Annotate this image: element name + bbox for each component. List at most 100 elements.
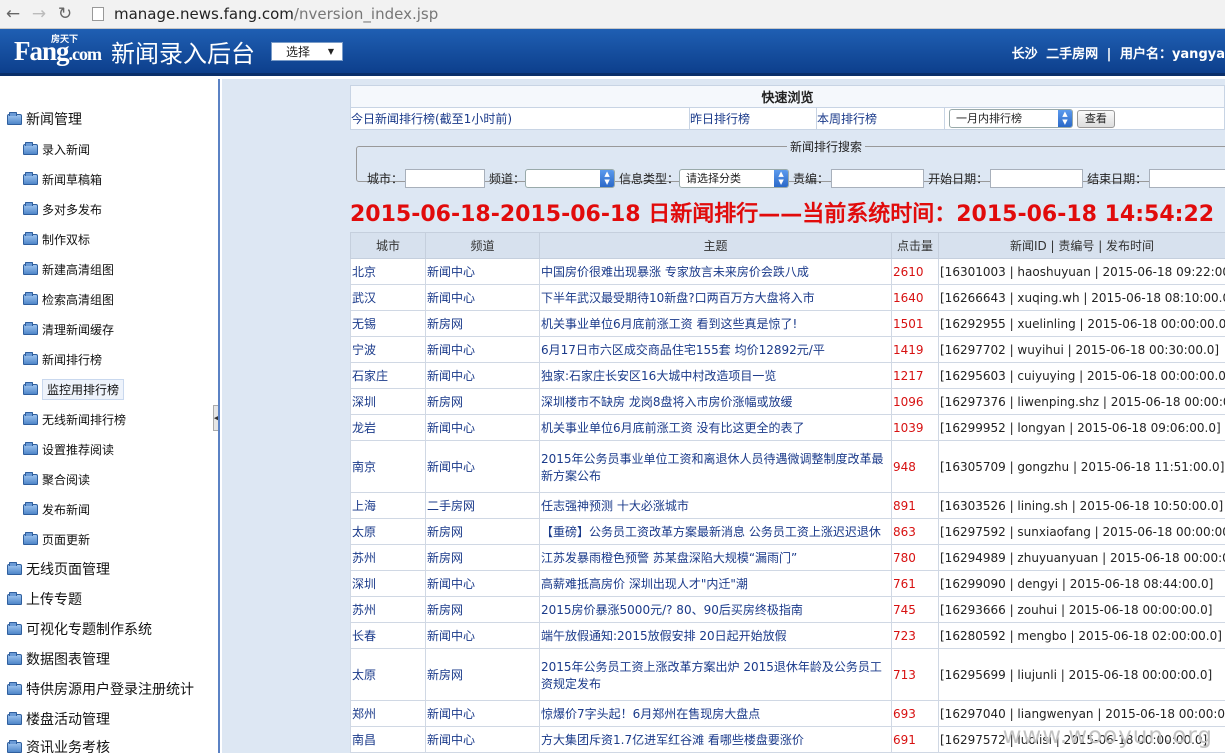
row-city[interactable]: 苏州 bbox=[350, 544, 426, 571]
row-channel[interactable]: 新闻中心 bbox=[425, 362, 540, 389]
sidebar-item-new-gallery[interactable]: 新建高清组图 bbox=[23, 261, 114, 278]
sidebar-item-search-gallery[interactable]: 检索高清组图 bbox=[23, 291, 114, 308]
row-subject-link[interactable]: 2015年公务员工资上涨改革方案出炉 2015退休年龄及公务员工资规定发布 bbox=[539, 648, 892, 701]
editor-input[interactable] bbox=[831, 169, 925, 188]
sidebar-item-multi-publish[interactable]: 多对多发布 bbox=[23, 201, 102, 218]
sidebar-group-assessment[interactable]: 资讯业务考核 bbox=[7, 737, 110, 753]
row-subject-link[interactable]: 高薪难抵高房价 深圳出现人才"内迁"潮 bbox=[539, 570, 892, 597]
start-date-input[interactable] bbox=[990, 169, 1084, 188]
row-channel[interactable]: 二手房网 bbox=[425, 492, 540, 519]
forward-icon[interactable]: → bbox=[26, 2, 52, 26]
row-channel[interactable]: 新闻中心 bbox=[425, 440, 540, 493]
row-city[interactable]: 苏州 bbox=[350, 596, 426, 623]
sidebar-item-page-update[interactable]: 页面更新 bbox=[23, 531, 90, 548]
row-subject-link[interactable]: 惊爆价7字头起！6月郑州在售现房大盘点 bbox=[539, 700, 892, 727]
row-channel[interactable]: 新闻中心 bbox=[425, 700, 540, 727]
back-icon[interactable]: ← bbox=[0, 2, 26, 26]
row-subject-link[interactable]: 机关事业单位6月底前涨工资 看到这些真是惊了! bbox=[539, 310, 892, 337]
row-city[interactable]: 郑州 bbox=[350, 700, 426, 727]
channel-select[interactable]: ▲ ▼ bbox=[525, 169, 616, 188]
row-subject-link[interactable]: 中国房价很难出现暴涨 专家放言未来房价会跌八成 bbox=[539, 258, 892, 285]
fang-logo[interactable]: Fang.com 房天下 bbox=[14, 35, 102, 67]
sidebar-group-upload-topic[interactable]: 上传专题 bbox=[7, 589, 82, 609]
city-input[interactable] bbox=[405, 169, 486, 188]
row-channel[interactable]: 新房网 bbox=[425, 388, 540, 415]
city-link[interactable]: 长沙 bbox=[1012, 47, 1038, 62]
row-clicks: 713 bbox=[891, 648, 939, 701]
sidebar-item-monitor-ranking[interactable]: 监控用排行榜 bbox=[23, 379, 125, 400]
row-subject-link[interactable]: 2015房价暴涨5000元/? 80、90后买房终极指南 bbox=[539, 596, 892, 623]
row-subject-link[interactable]: 6月17日市六区成交商品住宅155套 均价12892元/平 bbox=[539, 336, 892, 363]
row-city[interactable]: 无锡 bbox=[350, 310, 426, 337]
sidebar-group-news[interactable]: 新闻管理 bbox=[7, 109, 82, 129]
row-subject-link[interactable]: 机关事业单位6月底前涨工资 没有比这更全的表了 bbox=[539, 414, 892, 441]
sidebar-item-clear-cache[interactable]: 清理新闻缓存 bbox=[23, 321, 114, 338]
sidebar-item-publish[interactable]: 发布新闻 bbox=[23, 501, 90, 518]
sidebar-item-recommend[interactable]: 设置推荐阅读 bbox=[23, 441, 114, 458]
row-city[interactable]: 龙岩 bbox=[350, 414, 426, 441]
today-ranking-link[interactable]: 今日新闻排行榜(截至1小时前) bbox=[350, 107, 690, 130]
row-subject-link[interactable]: 独家:石家庄长安区16大城中村改造项目一览 bbox=[539, 362, 892, 389]
info-type-select[interactable]: 请选择分类 ▲ ▼ bbox=[679, 169, 790, 188]
row-subject-link[interactable]: 下半年武汉最受期待10新盘?口两百万方大盘将入市 bbox=[539, 284, 892, 311]
week-ranking-link[interactable]: 本周排行榜 bbox=[816, 107, 945, 130]
collapse-sidebar-icon[interactable]: ◀ bbox=[213, 405, 218, 431]
reload-icon[interactable]: ↻ bbox=[52, 2, 78, 26]
row-subject-link[interactable]: 方大集团斥资1.7亿进军红谷滩 看哪些楼盘要涨价 bbox=[539, 726, 892, 753]
sidebar-group-visual-topic[interactable]: 可视化专题制作系统 bbox=[7, 619, 152, 639]
row-channel[interactable]: 新房网 bbox=[425, 518, 540, 545]
url-field[interactable]: manage.news.fang.com/nversion_index.jsp bbox=[114, 5, 438, 23]
row-city[interactable]: 石家庄 bbox=[350, 362, 426, 389]
row-city[interactable]: 太原 bbox=[350, 648, 426, 701]
search-legend: 新闻排行搜索 bbox=[790, 140, 863, 154]
sidebar-item-double-title[interactable]: 制作双标 bbox=[23, 231, 90, 248]
sidebar-group-wireless[interactable]: 无线页面管理 bbox=[7, 559, 110, 579]
row-city[interactable]: 上海 bbox=[350, 492, 426, 519]
sidebar-group-stats[interactable]: 特供房源用户登录注册统计 bbox=[7, 679, 194, 699]
row-channel[interactable]: 新闻中心 bbox=[425, 414, 540, 441]
row-subject-link[interactable]: 江苏发暴雨橙色预警 苏某盘深陷大规模“漏雨门” bbox=[539, 544, 892, 571]
table-row: 南京 新闻中心 2015年公务员事业单位工资和离退休人员待遇微调整制度改革最新方案公… bbox=[350, 440, 1225, 493]
month-ranking-select[interactable]: 一月内排行榜 ▲ ▼ bbox=[949, 109, 1073, 128]
row-city[interactable]: 武汉 bbox=[350, 284, 426, 311]
row-channel[interactable]: 新房网 bbox=[425, 310, 540, 337]
row-city[interactable]: 北京 bbox=[350, 258, 426, 285]
row-channel[interactable]: 新房网 bbox=[425, 596, 540, 623]
row-subject-link[interactable]: 深圳楼市不缺房 龙岗8盘将入市房价涨幅或放缓 bbox=[539, 388, 892, 415]
row-city[interactable]: 深圳 bbox=[350, 570, 426, 597]
row-meta: [16301003 | haoshuyuan | 2015-06-18 09:2… bbox=[938, 258, 1225, 285]
row-city[interactable]: 深圳 bbox=[350, 388, 426, 415]
sidebar-item-add-news[interactable]: 录入新闻 bbox=[23, 141, 90, 158]
sidebar-group-events[interactable]: 楼盘活动管理 bbox=[7, 709, 110, 729]
sidebar-group-charts[interactable]: 数据图表管理 bbox=[7, 649, 110, 669]
sidebar-item-aggregate[interactable]: 聚合阅读 bbox=[23, 471, 90, 488]
row-channel[interactable]: 新闻中心 bbox=[425, 570, 540, 597]
row-subject-link[interactable]: 端午放假通知:2015放假安排 20日起开始放假 bbox=[539, 622, 892, 649]
row-subject-link[interactable]: 任志强神预测 十大必涨城市 bbox=[539, 492, 892, 519]
row-subject-link[interactable]: 2015年公务员事业单位工资和离退休人员待遇微调整制度改革最新方案公布 bbox=[539, 440, 892, 493]
row-channel[interactable]: 新房网 bbox=[425, 544, 540, 571]
row-channel[interactable]: 新闻中心 bbox=[425, 258, 540, 285]
yesterday-ranking-link[interactable]: 昨日排行榜 bbox=[689, 107, 817, 130]
row-city[interactable]: 宁波 bbox=[350, 336, 426, 363]
sidebar-item-drafts[interactable]: 新闻草稿箱 bbox=[23, 171, 102, 188]
row-channel[interactable]: 新闻中心 bbox=[425, 622, 540, 649]
site-link[interactable]: 二手房网 bbox=[1046, 47, 1098, 62]
site-select[interactable]: 选择 ▼ bbox=[271, 41, 343, 61]
row-city[interactable]: 南京 bbox=[350, 440, 426, 493]
table-row: 深圳 新房网 深圳楼市不缺房 龙岗8盘将入市房价涨幅或放缓 1096 [16297376… bbox=[350, 388, 1225, 415]
end-date-input[interactable] bbox=[1149, 169, 1225, 188]
row-channel[interactable]: 新房网 bbox=[425, 648, 540, 701]
row-channel[interactable]: 新闻中心 bbox=[425, 336, 540, 363]
row-city[interactable]: 南昌 bbox=[350, 726, 426, 753]
view-button[interactable]: 查看 bbox=[1076, 109, 1115, 128]
sidebar-item-news-ranking[interactable]: 新闻排行榜 bbox=[23, 351, 102, 368]
row-channel[interactable]: 新闻中心 bbox=[425, 284, 540, 311]
row-channel[interactable]: 新闻中心 bbox=[425, 726, 540, 753]
row-subject-link[interactable]: 【重磅】公务员工资改革方案最新消息 公务员工资上涨迟迟退休 bbox=[539, 518, 892, 545]
row-city[interactable]: 太原 bbox=[350, 518, 426, 545]
sidebar-item-wireless-ranking[interactable]: 无线新闻排行榜 bbox=[23, 411, 126, 428]
row-city[interactable]: 长春 bbox=[350, 622, 426, 649]
row-meta: [16305709 | gongzhu | 2015-06-18 11:51:0… bbox=[938, 440, 1225, 493]
username: 用户名：yangya bbox=[1119, 47, 1225, 62]
